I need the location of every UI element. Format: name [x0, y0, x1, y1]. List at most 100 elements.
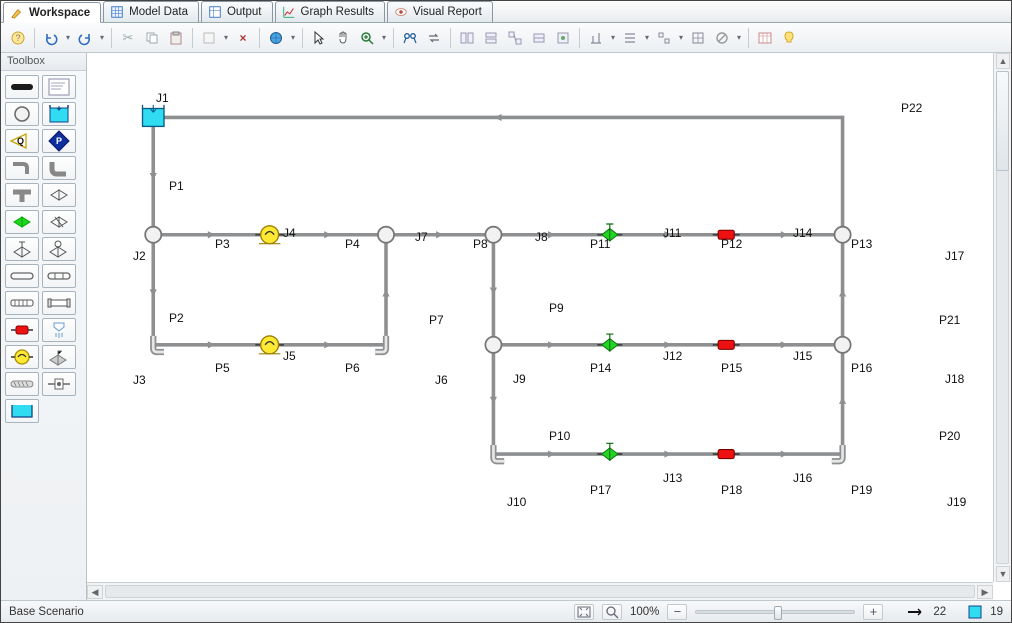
junction-J14[interactable]: [713, 230, 740, 239]
block-button[interactable]: [711, 27, 733, 49]
vertical-scrollbar[interactable]: ▲ ▼: [993, 53, 1011, 582]
junction-J12[interactable]: [597, 334, 622, 351]
junction-J16[interactable]: [713, 450, 740, 459]
globe-dropdown[interactable]: ▾: [289, 33, 297, 42]
tool-b-button[interactable]: [480, 27, 502, 49]
tool-tee[interactable]: [5, 183, 39, 207]
tool-exchanger-b[interactable]: [42, 291, 76, 315]
junction-J11[interactable]: [597, 224, 622, 241]
scroll-up-arrow[interactable]: ▲: [996, 53, 1010, 69]
zoom-slider-knob[interactable]: [774, 606, 782, 620]
junction-J2[interactable]: [145, 227, 161, 243]
tool-screen[interactable]: [5, 372, 39, 396]
tool-pump[interactable]: [5, 345, 39, 369]
toolbar-separator: [748, 28, 749, 48]
tool-valve-a[interactable]: [42, 183, 76, 207]
tool-elbow-b[interactable]: [42, 156, 76, 180]
tool-orifice[interactable]: [42, 372, 76, 396]
zoom-in-button[interactable]: +: [863, 604, 883, 620]
help-button[interactable]: ?: [7, 27, 29, 49]
tool-valve-d[interactable]: [42, 237, 76, 261]
align-c-button[interactable]: [653, 27, 675, 49]
tab-workspace[interactable]: Workspace: [3, 2, 101, 23]
tool-reservoir[interactable]: [42, 102, 76, 126]
junction-J18[interactable]: [835, 337, 851, 353]
junction-J7[interactable]: [378, 227, 394, 243]
tool-valve-red[interactable]: [5, 318, 39, 342]
scroll-thumb[interactable]: [996, 71, 1009, 171]
table-button[interactable]: [754, 27, 776, 49]
paste-button[interactable]: [165, 27, 187, 49]
tool-valve-b[interactable]: [42, 210, 76, 234]
zoom-dropdown[interactable]: ▾: [380, 33, 388, 42]
tool-tank-open[interactable]: [5, 399, 39, 423]
scroll-track[interactable]: [105, 585, 975, 598]
junction-J17[interactable]: [835, 227, 851, 243]
tool-fitting-b[interactable]: [42, 264, 76, 288]
redo-dropdown[interactable]: ▾: [98, 33, 106, 42]
tab-visual-report[interactable]: Visual Report: [387, 1, 493, 22]
undo-button[interactable]: [40, 27, 62, 49]
tool-fitting-a[interactable]: [5, 264, 39, 288]
swap-button[interactable]: [423, 27, 445, 49]
fit-button[interactable]: [574, 604, 594, 620]
lightbulb-button[interactable]: [778, 27, 800, 49]
delete-dropdown[interactable]: ▾: [222, 33, 230, 42]
toolbar-separator: [393, 28, 394, 48]
tool-pipe[interactable]: [5, 75, 39, 99]
zoom-tool-button[interactable]: [602, 604, 622, 620]
redo-button[interactable]: [74, 27, 96, 49]
align-b-button[interactable]: [619, 27, 641, 49]
horizontal-scrollbar[interactable]: ◀ ▶: [87, 582, 993, 600]
grid-button[interactable]: [687, 27, 709, 49]
pointer-button[interactable]: [308, 27, 330, 49]
tool-junction[interactable]: [5, 102, 39, 126]
junction-J13[interactable]: [597, 443, 622, 460]
block-dropdown[interactable]: ▾: [735, 33, 743, 42]
junction-J9[interactable]: [485, 337, 501, 353]
tool-valve-green[interactable]: [5, 210, 39, 234]
tool-control-valve-grey[interactable]: [42, 345, 76, 369]
scroll-right-arrow[interactable]: ▶: [977, 585, 993, 599]
align-c-dropdown[interactable]: ▾: [677, 33, 685, 42]
junction-J8[interactable]: [485, 227, 501, 243]
tool-assigned-pressure[interactable]: P: [42, 129, 76, 153]
tab-label: Visual Report: [413, 6, 482, 18]
tool-d-button[interactable]: [528, 27, 550, 49]
zoom-slider[interactable]: [695, 610, 855, 614]
tool-c-button[interactable]: [504, 27, 526, 49]
tab-model-data[interactable]: Model Data: [103, 1, 199, 22]
globe-button[interactable]: [265, 27, 287, 49]
tool-exchanger-a[interactable]: [5, 291, 39, 315]
scroll-left-arrow[interactable]: ◀: [87, 585, 103, 599]
junction-J1[interactable]: [143, 105, 164, 126]
zoom-out-button[interactable]: −: [667, 604, 687, 620]
tool-e-button[interactable]: [552, 27, 574, 49]
tab-label: Workspace: [29, 7, 90, 19]
tool-a-button[interactable]: [456, 27, 478, 49]
tab-graph-results[interactable]: Graph Results: [275, 1, 386, 22]
remove-button[interactable]: ×: [232, 27, 254, 49]
tool-spray[interactable]: [42, 318, 76, 342]
junction-J4[interactable]: [255, 226, 284, 244]
delete-button[interactable]: [198, 27, 220, 49]
align-a-button[interactable]: [585, 27, 607, 49]
align-b-dropdown[interactable]: ▾: [643, 33, 651, 42]
pan-button[interactable]: [332, 27, 354, 49]
copy-button[interactable]: [141, 27, 163, 49]
tool-elbow-a[interactable]: [5, 156, 39, 180]
workspace-canvas[interactable]: P1P2P3P4P5P6P7P8P9P10P11P12P13P14P15P16P…: [87, 53, 993, 582]
scroll-down-arrow[interactable]: ▼: [996, 566, 1010, 582]
pipe-P22[interactable]: [153, 117, 842, 234]
tool-valve-c[interactable]: [5, 237, 39, 261]
undo-dropdown[interactable]: ▾: [64, 33, 72, 42]
find-button[interactable]: [399, 27, 421, 49]
junction-J15[interactable]: [713, 340, 740, 349]
zoom-button[interactable]: [356, 27, 378, 49]
tool-annotation[interactable]: [42, 75, 76, 99]
align-a-dropdown[interactable]: ▾: [609, 33, 617, 42]
cut-button[interactable]: ✂: [117, 27, 139, 49]
junction-J5[interactable]: [255, 336, 284, 354]
tab-output[interactable]: Output: [201, 1, 273, 22]
tool-assigned-flow[interactable]: Q: [5, 129, 39, 153]
